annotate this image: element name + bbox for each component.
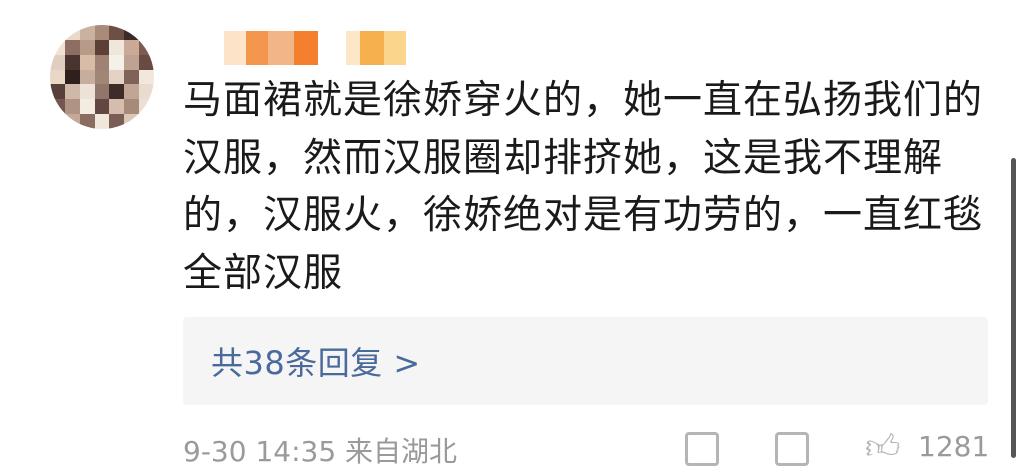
share-icon[interactable] xyxy=(685,432,719,466)
comment-line: 汉服，然而汉服圈却排挤她，这是我不理解 xyxy=(183,135,944,181)
timestamp-location: 9-30 14:35 来自湖北 xyxy=(183,435,458,468)
view-replies-link[interactable]: 共38条回复 > xyxy=(211,338,421,384)
replies-box[interactable]: 共38条回复 > xyxy=(183,317,988,405)
username-obscured[interactable] xyxy=(224,31,406,65)
like-count: 1281 xyxy=(918,430,990,463)
thumbs-up-icon[interactable]: 👍︎ xyxy=(865,430,901,464)
avatar[interactable] xyxy=(50,25,154,129)
comment-line: 的，汉服火，徐娇绝对是有功劳的，一直红毯 xyxy=(183,193,984,238)
comment-line: 全部汉服 xyxy=(183,250,344,296)
comment-text: 马面裙就是徐娇穿火的，她一直在弘扬我们的 汉服，然而汉服圈却排挤她，这是我不理解… xyxy=(183,72,993,302)
comment-footer: 9-30 14:35 来自湖北 👍︎ 1281 xyxy=(183,430,995,470)
comment-icon[interactable] xyxy=(775,432,809,466)
scrollbar[interactable] xyxy=(1011,158,1016,458)
comment-line: 马面裙就是徐娇穿火的，她一直在弘扬我们的 xyxy=(183,78,984,123)
